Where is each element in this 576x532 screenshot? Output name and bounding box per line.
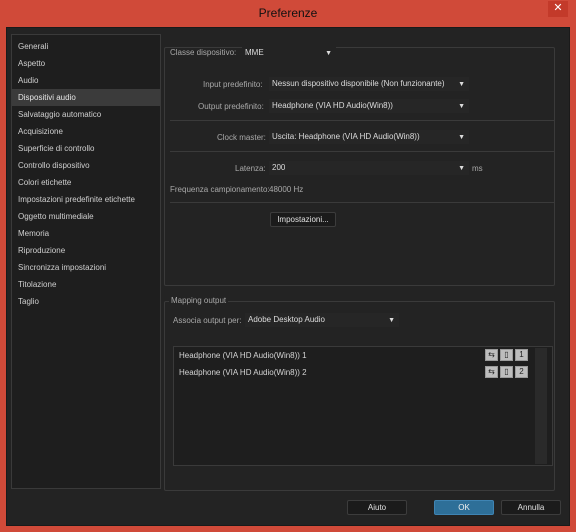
sample-rate-label: Frequenza campionamento: [170, 185, 270, 194]
sidebar-item[interactable]: Sincronizza impostazioni [12, 259, 160, 276]
associate-output-value: Adobe Desktop Audio [248, 315, 325, 324]
sample-rate-value: 48000 Hz [269, 185, 304, 194]
sidebar-item[interactable]: Impostazioni predefinite etichette [12, 191, 160, 208]
dialog-body: Generali Aspetto Audio Dispositivi audio Sal… [6, 27, 570, 526]
input-default-label: Input predefinito: [203, 80, 263, 89]
chevron-down-icon: ▼ [458, 134, 465, 141]
sidebar-item[interactable]: Titolazione [12, 276, 160, 293]
output-default-select[interactable]: Headphone (VIA HD Audio(Win8)) ▼ [269, 99, 469, 113]
help-button[interactable]: Aiuto [347, 500, 407, 515]
output-list: Headphone (VIA HD Audio(Win8)) 1 Headpho… [173, 346, 553, 466]
category-sidebar: Generali Aspetto Audio Dispositivi audio Sal… [11, 34, 161, 489]
sidebar-item[interactable]: Dispositivi audio [12, 89, 160, 106]
separator [170, 202, 554, 203]
chevron-down-icon: ▼ [458, 165, 465, 172]
sidebar-item[interactable]: Generali [12, 38, 160, 55]
output-list-scrollbar[interactable] [535, 348, 547, 464]
sidebar-item[interactable]: Controllo dispositivo [12, 157, 160, 174]
separator [170, 120, 554, 121]
latency-unit: ms [472, 164, 483, 173]
sidebar-item[interactable]: Acquisizione [12, 123, 160, 140]
chevron-down-icon: ▼ [325, 50, 332, 57]
speaker-routing-icon[interactable]: ⇆ [485, 349, 498, 361]
input-default-value: Nessun dispositivo disponibile (Non funz… [272, 79, 445, 88]
separator [170, 151, 554, 152]
sidebar-item[interactable]: Audio [12, 72, 160, 89]
output-default-label: Output predefinito: [198, 102, 264, 111]
preferences-window: Preferenze ✕ Generali Aspetto Audio Disposi… [0, 0, 576, 532]
input-default-select[interactable]: Nessun dispositivo disponibile (Non funz… [269, 77, 469, 91]
associate-output-select[interactable]: Adobe Desktop Audio ▼ [245, 313, 399, 327]
output-list-item[interactable]: Headphone (VIA HD Audio(Win8)) 2 [179, 368, 307, 377]
channel-badge[interactable]: 1 [515, 349, 528, 361]
output-list-item[interactable]: Headphone (VIA HD Audio(Win8)) 1 [179, 351, 307, 360]
output-default-value: Headphone (VIA HD Audio(Win8)) [272, 101, 393, 110]
sidebar-item[interactable]: Aspetto [12, 55, 160, 72]
latency-value: 200 [272, 163, 286, 172]
cancel-button[interactable]: Annulla [501, 500, 561, 515]
clock-master-label: Clock master: [217, 133, 266, 142]
sidebar-item[interactable]: Superficie di controllo [12, 140, 160, 157]
mapping-group-title: Mapping output [169, 296, 229, 305]
title-bar[interactable]: Preferenze ✕ [0, 0, 576, 26]
channel-badge[interactable]: 2 [515, 366, 528, 378]
latency-label: Latenza: [235, 164, 266, 173]
sidebar-item[interactable]: Taglio [12, 293, 160, 310]
clock-master-select[interactable]: Uscita: Headphone (VIA HD Audio(Win8)) ▼ [269, 130, 469, 144]
sidebar-item[interactable]: Salvataggio automatico [12, 106, 160, 123]
chevron-down-icon: ▼ [458, 103, 465, 110]
close-button[interactable]: ✕ [548, 1, 568, 17]
settings-button[interactable]: Impostazioni... [270, 212, 336, 227]
device-icon[interactable]: ▯ [500, 349, 513, 361]
close-icon: ✕ [553, 2, 563, 14]
window-title: Preferenze [258, 6, 318, 20]
device-class-select[interactable]: MME ▼ [242, 46, 336, 60]
ok-button[interactable]: OK [434, 500, 494, 515]
sidebar-item[interactable]: Riproduzione [12, 242, 160, 259]
speaker-routing-icon[interactable]: ⇆ [485, 366, 498, 378]
sidebar-item[interactable]: Colori etichette [12, 174, 160, 191]
device-class-label: Classe dispositivo: [170, 48, 237, 57]
chevron-down-icon: ▼ [458, 81, 465, 88]
sidebar-item[interactable]: Oggetto multimediale [12, 208, 160, 225]
device-class-value: MME [245, 48, 264, 57]
category-list: Generali Aspetto Audio Dispositivi audio Sal… [12, 35, 160, 310]
associate-output-label: Associa output per: [173, 316, 242, 325]
device-icon[interactable]: ▯ [500, 366, 513, 378]
sidebar-item[interactable]: Memoria [12, 225, 160, 242]
latency-select[interactable]: 200 ▼ [269, 161, 469, 175]
chevron-down-icon: ▼ [388, 317, 395, 324]
clock-master-value: Uscita: Headphone (VIA HD Audio(Win8)) [272, 132, 420, 141]
